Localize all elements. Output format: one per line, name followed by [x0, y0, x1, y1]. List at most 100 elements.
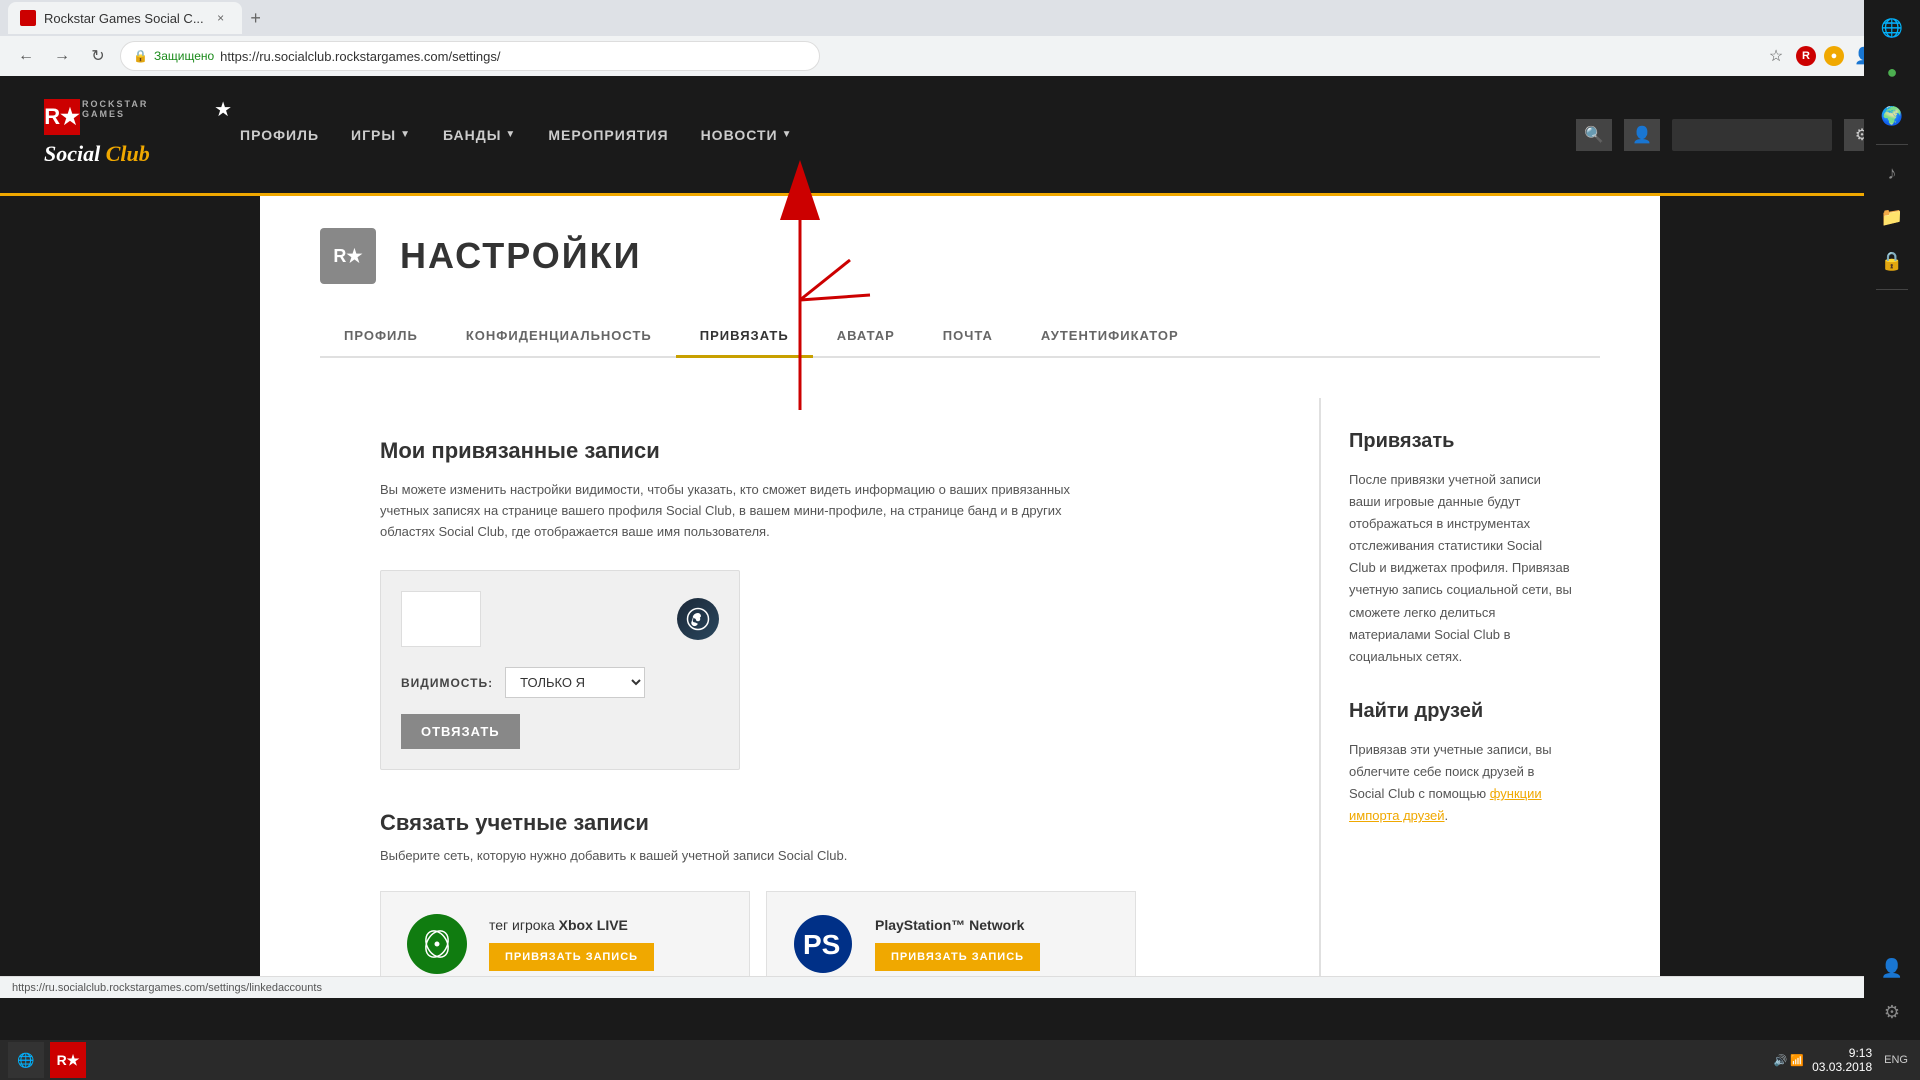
tab-favicon	[20, 10, 36, 26]
sidebar: Привязать После привязки учетной записи …	[1320, 398, 1600, 976]
nav-news[interactable]: НОВОСТИ ▼	[701, 127, 793, 143]
page-title: НАСТРОЙКИ	[400, 235, 641, 277]
psn-bind-button[interactable]: ПРИВЯЗАТЬ ЗАПИСЬ	[875, 943, 1040, 971]
bookmark-icon[interactable]: ☆	[1764, 44, 1788, 68]
gangs-dropdown-arrow: ▼	[505, 129, 516, 140]
win-sidebar-icon-5[interactable]: 📁	[1872, 197, 1912, 237]
back-button[interactable]: ←	[12, 42, 40, 70]
rockstar-extension-icon[interactable]: R	[1796, 46, 1816, 66]
taskbar-icons-area: 🔊 📶	[1774, 1054, 1804, 1067]
connect-desc: Выберите сеть, которую нужно добавить к …	[380, 848, 1259, 863]
visibility-label: ВИДИМОСТЬ:	[401, 676, 493, 690]
win-sidebar-icon-1[interactable]: 🌐	[1872, 8, 1912, 48]
news-dropdown-arrow: ▼	[782, 129, 793, 140]
settings-tabs: ПРОФИЛЬ КОНФИДЕНЦИАЛЬНОСТЬ ПРИВЯЗАТЬ АВА…	[320, 316, 1600, 358]
taskbar-icon-1[interactable]: 🌐	[8, 1042, 44, 1078]
tab-authenticator[interactable]: АУТЕНТИФИКАТОР	[1017, 316, 1203, 358]
connect-title: Связать учетные записи	[380, 810, 1259, 836]
psn-card: PS PlayStation™ Network ПРИВЯЗАТЬ ЗАПИСЬ	[766, 891, 1136, 976]
search-input[interactable]	[1672, 119, 1832, 151]
connect-accounts-section: Связать учетные записи Выберите сеть, ко…	[380, 810, 1259, 976]
rockstar-r-logo: R★	[44, 99, 80, 135]
win-sidebar-icon-bottom-2[interactable]: ⚙	[1872, 992, 1912, 1032]
nav-events[interactable]: МЕРОПРИЯТИЯ	[548, 127, 668, 143]
psn-logo: PS	[791, 912, 855, 976]
win-sidebar-icon-bottom-1[interactable]: 👤	[1872, 948, 1912, 988]
tab-bar: Rockstar Games Social C... × +	[0, 0, 1920, 36]
tab-linked[interactable]: ПРИВЯЗАТЬ	[676, 316, 813, 358]
xbox-logo	[405, 912, 469, 976]
nav-links: ПРОФИЛЬ ИГРЫ ▼ БАНДЫ ▼ МЕРОПРИЯТИЯ НОВОС…	[240, 127, 1576, 143]
active-tab[interactable]: Rockstar Games Social C... ×	[8, 2, 242, 34]
tab-privacy[interactable]: КОНФИДЕНЦИАЛЬНОСТЬ	[442, 316, 676, 358]
unbind-button[interactable]: ОТВЯЗАТЬ	[401, 714, 520, 749]
reload-button[interactable]: ↻	[84, 42, 112, 70]
forward-button[interactable]: →	[48, 42, 76, 70]
secure-icon: 🔒	[133, 49, 148, 63]
taskbar-right: 🔊 📶 9:13 03.03.2018 ENG	[1774, 1046, 1920, 1074]
taskbar-apps: 🌐 R★	[0, 1042, 86, 1078]
tab-mail[interactable]: ПОЧТА	[919, 316, 1017, 358]
taskbar-icon-2[interactable]: R★	[50, 1042, 86, 1078]
visibility-row: ВИДИМОСТЬ: ТОЛЬКО Я	[401, 667, 719, 698]
nav-games[interactable]: ИГРЫ ▼	[351, 127, 411, 143]
main-content: Мои привязанные записи Вы можете изменит…	[320, 398, 1320, 976]
address-bar: ← → ↻ 🔒 Защищено https://ru.socialclub.r…	[0, 36, 1920, 76]
win-sidebar-icon-3[interactable]: 🌍	[1872, 96, 1912, 136]
sidebar-friends-text: Привязав эти учетные записи, вы облегчит…	[1349, 739, 1572, 827]
service-cards: тег игрока Xbox LIVE ПРИВЯЗАТЬ ЗАПИСЬ	[380, 891, 1259, 976]
sidebar-friends-text2: .	[1445, 808, 1449, 823]
url-text: https://ru.socialclub.rockstargames.com/…	[220, 49, 500, 64]
search-button[interactable]: 🔍	[1576, 119, 1612, 151]
xbox-card: тег игрока Xbox LIVE ПРИВЯЗАТЬ ЗАПИСЬ	[380, 891, 750, 976]
games-dropdown-arrow: ▼	[400, 129, 411, 140]
psn-info: PlayStation™ Network ПРИВЯЗАТЬ ЗАПИСЬ	[875, 917, 1111, 971]
status-url: https://ru.socialclub.rockstargames.com/…	[12, 982, 322, 994]
svg-text:PS: PS	[803, 929, 840, 960]
steam-icon	[677, 598, 719, 640]
logo-area[interactable]: R★ ROCKSTARGAMES Social Club ★	[40, 95, 240, 175]
taskbar-lang: ENG	[1884, 1054, 1908, 1066]
new-tab-button[interactable]: +	[242, 4, 270, 32]
my-accounts-title: Мои привязанные записи	[380, 438, 1259, 464]
content-area: Мои привязанные записи Вы можете изменит…	[320, 398, 1600, 976]
win-sidebar-icon-2[interactable]: ●	[1872, 52, 1912, 92]
rockstar-games-text: ROCKSTARGAMES	[82, 99, 148, 119]
xbox-logo-icon	[407, 914, 467, 974]
tab-avatar[interactable]: АВАТАР	[813, 316, 919, 358]
page-scroll-area: R★ НАСТРОЙКИ ПРОФИЛЬ КОНФИДЕНЦИАЛЬНОСТЬ …	[0, 196, 1920, 976]
account-card-inner	[401, 591, 719, 647]
taskbar: 🌐 R★ 🔊 📶 9:13 03.03.2018 ENG	[0, 1040, 1920, 1080]
tab-close-button[interactable]: ×	[212, 9, 230, 27]
user-icon[interactable]: 👤	[1624, 119, 1660, 151]
status-bar: https://ru.socialclub.rockstargames.com/…	[0, 976, 1920, 998]
extension-icon-2[interactable]: ●	[1824, 46, 1844, 66]
win-sidebar-icon-6[interactable]: 🔒	[1872, 241, 1912, 281]
xbox-bind-button[interactable]: ПРИВЯЗАТЬ ЗАПИСЬ	[489, 943, 654, 971]
browser-chrome: Rockstar Games Social C... × + ← → ↻ 🔒 З…	[0, 0, 1920, 76]
sidebar-divider	[1876, 144, 1908, 145]
settings-header: R★ НАСТРОЙКИ	[320, 196, 1600, 284]
taskbar-time: 9:13 03.03.2018	[1812, 1046, 1872, 1074]
nav-gangs[interactable]: БАНДЫ ▼	[443, 127, 516, 143]
nav-star: ★	[214, 97, 232, 122]
nav-right: 🔍 👤 ⚙	[1576, 119, 1880, 151]
sidebar-divider-2	[1876, 289, 1908, 290]
win-sidebar-icon-4[interactable]: ♪	[1872, 153, 1912, 193]
sidebar-bind-text: После привязки учетной записи ваши игров…	[1349, 469, 1572, 668]
steam-account-card: ВИДИМОСТЬ: ТОЛЬКО Я ОТВЯЗАТЬ	[380, 570, 740, 770]
sidebar-friends-title: Найти друзей	[1349, 700, 1572, 723]
sidebar-bind-title: Привязать	[1349, 430, 1572, 453]
psn-logo-icon: PS	[793, 914, 853, 974]
social-club-text: Social Club	[44, 141, 150, 167]
secure-label: Защищено	[154, 49, 214, 63]
visibility-select[interactable]: ТОЛЬКО Я	[505, 667, 645, 698]
tab-profile[interactable]: ПРОФИЛЬ	[320, 316, 442, 358]
psn-name: PlayStation™ Network	[875, 917, 1111, 933]
my-accounts-section: Мои привязанные записи Вы можете изменит…	[380, 438, 1259, 770]
account-avatar	[401, 591, 481, 647]
url-box[interactable]: 🔒 Защищено https://ru.socialclub.rocksta…	[120, 41, 820, 71]
nav-profile[interactable]: ПРОФИЛЬ	[240, 127, 319, 143]
xbox-name: тег игрока Xbox LIVE	[489, 917, 725, 933]
my-accounts-desc: Вы можете изменить настройки видимости, …	[380, 480, 1100, 542]
